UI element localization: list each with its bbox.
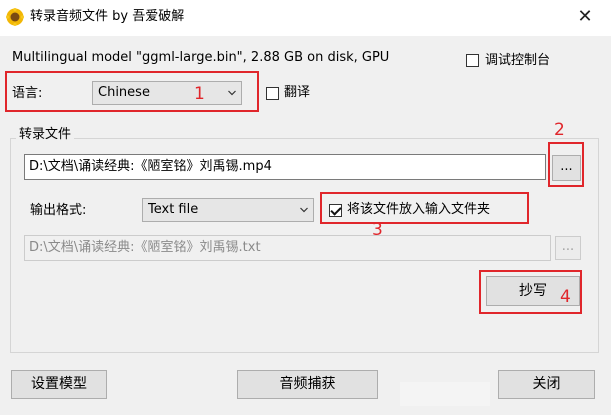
annotation-number-1: 1 (194, 84, 205, 104)
model-info-text: Multilingual model "ggml-large.bin", 2.8… (12, 50, 390, 65)
annotation-number-4: 4 (560, 287, 571, 307)
input-file-path-field[interactable]: D:\文档\诵读经典:《陋室铭》刘禹锡.mp4 (24, 154, 546, 180)
translate-label[interactable]: 翻译 (284, 84, 310, 102)
setup-model-button[interactable]: 设置模型 (11, 370, 107, 399)
watermark-overlay (400, 382, 490, 406)
annotation-box-3 (320, 192, 529, 224)
translate-checkbox[interactable] (266, 87, 279, 100)
debug-console-checkbox[interactable] (466, 54, 479, 67)
output-format-label: 输出格式: (30, 203, 87, 218)
close-window-icon[interactable]: ✕ (568, 4, 602, 30)
transcribe-window: 转录音频文件 by 吾爱破解 ✕ Multilingual model "ggm… (0, 0, 611, 415)
output-format-selected-value: Text file (148, 202, 199, 217)
title-bar: 转录音频文件 by 吾爱破解 ✕ (0, 0, 611, 36)
sunflower-app-icon (6, 8, 24, 26)
annotation-box-1 (5, 71, 259, 112)
annotation-number-2: 2 (554, 120, 565, 140)
annotation-box-2 (548, 142, 584, 187)
transcribe-file-group-title: 转录文件 (16, 126, 75, 144)
debug-console-label[interactable]: 调试控制台 (485, 52, 550, 70)
output-format-select[interactable]: Text file (142, 198, 314, 222)
browse-output-button: ... (555, 236, 581, 260)
window-title: 转录音频文件 by 吾爱破解 (30, 9, 185, 24)
close-button[interactable]: 关闭 (498, 370, 595, 399)
chevron-down-icon (300, 207, 308, 213)
audio-capture-button[interactable]: 音频捕获 (237, 370, 378, 399)
output-file-path-field: D:\文档\诵读经典:《陋室铭》刘禹锡.txt (24, 235, 551, 261)
